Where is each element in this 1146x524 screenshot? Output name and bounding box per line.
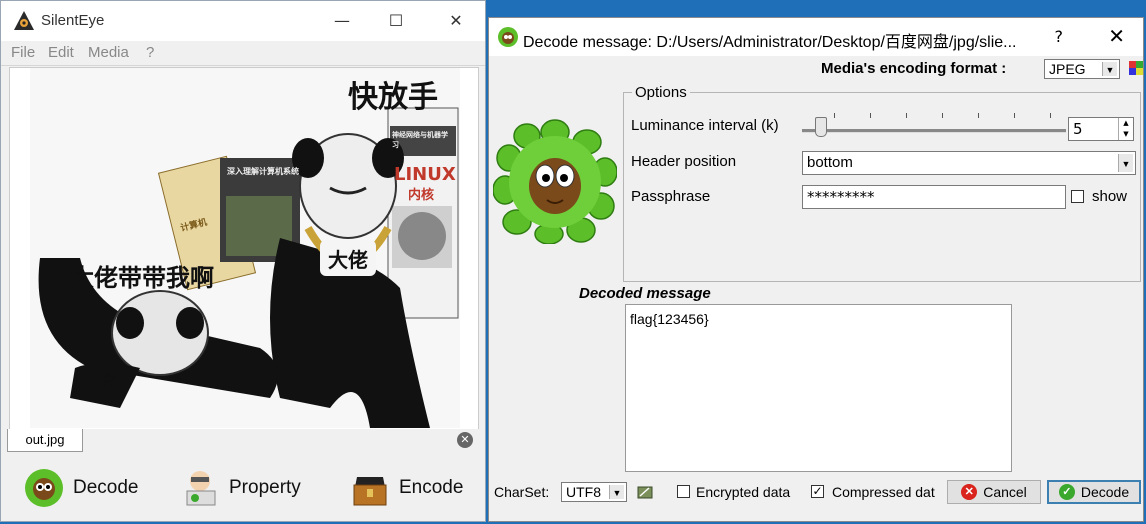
chevron-down-icon: ▼	[609, 485, 624, 499]
cancel-icon: ✕	[961, 484, 978, 500]
meme-body-label: 我	[98, 372, 116, 393]
chevron-down-icon: ▼	[1118, 154, 1133, 172]
luminance-value: 5	[1073, 120, 1083, 138]
treasure-chest-icon	[353, 477, 387, 506]
media-encoding-select[interactable]: JPEG ▼	[1044, 59, 1120, 79]
slider-tick	[942, 113, 943, 118]
luminance-slider-track[interactable]	[802, 129, 1066, 133]
charset-edit-icon[interactable]	[637, 484, 653, 500]
owl-leaf-icon	[25, 469, 63, 507]
decode-tool-label: Decode	[73, 477, 139, 498]
spin-arrows-icon[interactable]: ▲ ▼	[1118, 118, 1133, 140]
decode-dialog: Decode message: D:/Users/Administrator/D…	[488, 17, 1144, 522]
decode-button-label: Decode	[1080, 484, 1130, 500]
menu-media[interactable]: Media	[88, 44, 129, 61]
compressed-data-label: Compressed dat	[832, 484, 935, 500]
slider-tick	[870, 113, 871, 118]
encode-tool-label: Encode	[399, 477, 464, 498]
encrypted-data-label: Encrypted data	[696, 484, 791, 500]
encode-tool-button[interactable]: Encode	[349, 465, 463, 511]
header-position-value: bottom	[807, 154, 853, 171]
loaded-image: 快放手 大佬带带我啊 大佬 我 深入理解计算机系统 神经网络与机器学习 LINU…	[30, 68, 460, 428]
show-passphrase-label: show	[1092, 188, 1128, 205]
charset-label: CharSet:	[494, 484, 550, 500]
slider-tick	[834, 113, 835, 118]
dialog-close-button[interactable]: ✕	[1108, 24, 1125, 48]
encrypted-data-checkbox[interactable]	[677, 485, 690, 498]
luminance-spinbox[interactable]: 5 ▲ ▼	[1068, 117, 1134, 141]
minimize-button[interactable]: —	[319, 1, 365, 41]
maximize-button[interactable]: ☐	[373, 1, 419, 41]
main-toolbar: Decode Property Encode	[1, 455, 485, 521]
slider-tick	[1014, 113, 1015, 118]
header-position-select[interactable]: bottom ▼	[802, 151, 1136, 175]
header-position-label: Header position	[631, 153, 737, 170]
media-encoding-label: Media's encoding format :	[821, 60, 1007, 77]
dialog-title: Decode message: D:/Users/Administrator/D…	[523, 34, 1017, 51]
slider-tick	[978, 113, 979, 118]
charset-value: UTF8	[566, 484, 601, 500]
check-icon: ✓	[1058, 484, 1075, 500]
passphrase-label: Passphrase	[631, 188, 711, 205]
book-title-4: 内核	[408, 188, 435, 203]
menu-bar: File Edit Media ?	[1, 41, 485, 66]
help-button[interactable]: ?	[1055, 27, 1064, 46]
dialog-titlebar: Decode message: D:/Users/Administrator/D…	[489, 18, 1143, 56]
show-passphrase-checkbox[interactable]	[1071, 190, 1084, 203]
luminance-slider-thumb[interactable]	[815, 117, 828, 137]
cancel-button[interactable]: ✕ Cancel	[947, 480, 1041, 504]
menu-file[interactable]: File	[11, 44, 35, 61]
meme-caption-top: 快放手	[348, 80, 438, 115]
decode-button[interactable]: ✓ Decode	[1047, 480, 1141, 504]
decoded-message-text: flag{123456}	[630, 311, 709, 327]
document-tab-row: out.jpg ✕	[1, 429, 485, 453]
dialog-bottom-bar: CharSet: UTF8 ▼ Encrypted data ✓ Compres…	[489, 478, 1143, 522]
luminance-label: Luminance interval (k)	[631, 117, 779, 134]
silenteye-main-window: SilentEye — ☐ ✕ File Edit Media ? 快放手 大佬…	[0, 0, 486, 522]
meme-caption-left: 大佬带带我啊	[70, 264, 214, 292]
inspector-icon	[186, 471, 216, 506]
slider-tick	[906, 113, 907, 118]
passphrase-field[interactable]: *********	[802, 185, 1066, 209]
silenteye-app-icon	[14, 11, 34, 30]
owl-mascot-icon	[493, 119, 617, 244]
close-button[interactable]: ✕	[433, 1, 479, 41]
media-canvas: 快放手 大佬带带我啊 大佬 我 深入理解计算机系统 神经网络与机器学习 LINU…	[9, 67, 479, 431]
tab-out-jpg[interactable]: out.jpg	[7, 429, 83, 452]
charset-select[interactable]: UTF8 ▼	[561, 482, 627, 502]
book-title-1: 深入理解计算机系统	[227, 167, 299, 176]
chevron-down-icon: ▼	[1102, 62, 1117, 76]
book-title-2: 神经网络与机器学习	[392, 131, 448, 149]
menu-edit[interactable]: Edit	[48, 44, 74, 61]
book-title-3: LINUX	[394, 164, 456, 185]
main-window-title: SilentEye	[41, 12, 105, 29]
media-encoding-value: JPEG	[1049, 61, 1086, 77]
decoded-message-textarea[interactable]: flag{123456}	[625, 304, 1012, 472]
main-titlebar: SilentEye — ☐ ✕	[1, 1, 485, 41]
options-legend: Options	[632, 84, 690, 101]
meme-illustration	[38, 107, 459, 428]
slider-tick	[1050, 113, 1051, 118]
decoded-message-label: Decoded message	[579, 285, 711, 302]
meme-chain-label: 大佬	[328, 248, 368, 272]
close-circle-icon[interactable]: ✕	[457, 432, 473, 448]
compressed-data-checkbox[interactable]: ✓	[811, 485, 824, 498]
passphrase-value: *********	[807, 188, 875, 206]
options-groupbox: Options Luminance interval (k) 5 ▲ ▼ Head…	[623, 84, 1141, 282]
palette-icon[interactable]	[1129, 61, 1143, 75]
owl-leaf-icon	[498, 27, 518, 47]
decode-tool-button[interactable]: Decode	[23, 465, 139, 511]
property-tool-label: Property	[229, 477, 301, 498]
cancel-button-label: Cancel	[983, 484, 1027, 500]
menu-help[interactable]: ?	[146, 44, 154, 61]
property-tool-button[interactable]: Property	[179, 465, 301, 511]
